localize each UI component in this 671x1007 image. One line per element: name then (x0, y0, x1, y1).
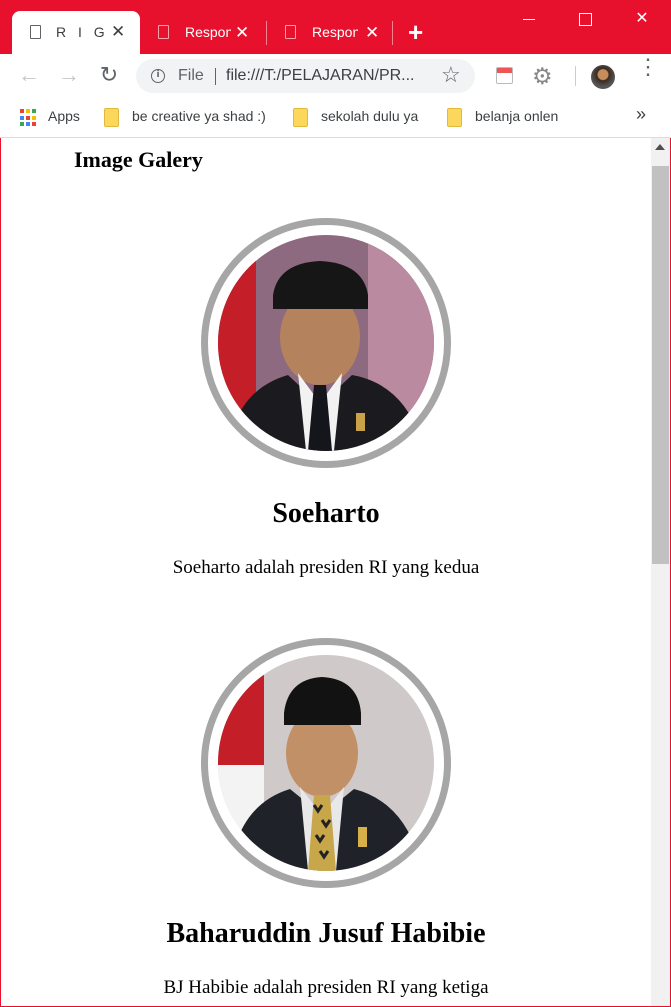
url-divider (215, 68, 216, 85)
tab-close-icon[interactable]: ✕ (111, 23, 125, 40)
tab-close-icon[interactable]: ✕ (365, 24, 379, 41)
tab-title: Respon (185, 24, 231, 40)
folder-icon (293, 108, 308, 127)
back-icon[interactable]: ← (17, 63, 41, 87)
reload-icon[interactable]: ↻ (97, 63, 121, 87)
person-name: Baharuddin Jusuf Habibie (166, 918, 486, 949)
gear-extension-icon[interactable]: ⚙ (532, 63, 553, 90)
title-bar: R I G ✕ Respon ✕ Respon ✕ + ✕ (0, 0, 671, 54)
url-text[interactable]: file:///T:/PELAJARAN/PR... (226, 67, 431, 85)
bookmark-star-icon[interactable]: ☆ (441, 62, 461, 88)
tab-divider (392, 21, 393, 45)
url-scheme-label: File (178, 67, 204, 84)
document-icon (158, 25, 169, 39)
profile-avatar[interactable] (591, 65, 615, 89)
browser-toolbar: ← → ↻ i File file:///T:/PELAJARAN/PR... … (0, 54, 671, 99)
scroll-thumb[interactable] (652, 166, 669, 564)
maximize-icon[interactable] (565, 6, 605, 32)
person-description: Soeharto adalah presiden RI yang kedua (172, 557, 480, 578)
portrait-image (218, 655, 434, 871)
bookmarks-more-icon[interactable]: » (636, 104, 646, 125)
new-tab-icon[interactable]: + (408, 19, 430, 45)
portrait-frame (201, 638, 451, 888)
tab-title: R I G (56, 24, 109, 40)
tab-active[interactable]: R I G ✕ (12, 11, 140, 54)
minimize-icon[interactable] (509, 6, 549, 32)
info-icon[interactable]: i (151, 69, 165, 83)
tab-close-icon[interactable]: ✕ (235, 24, 249, 41)
person-name: Soeharto (272, 498, 380, 529)
portrait-frame (201, 218, 451, 468)
page-title: Image Galery (74, 147, 203, 172)
gallery-card: Soeharto Soeharto adalah presiden RI yan… (1, 218, 651, 588)
person-description: BJ Habibie adalah presiden RI yang ketig… (163, 977, 489, 998)
tab-title: Respon (312, 24, 358, 40)
apps-icon[interactable] (20, 109, 38, 127)
portrait-image (218, 235, 434, 451)
calendar-extension-icon[interactable] (496, 67, 513, 84)
close-window-icon[interactable]: ✕ (622, 6, 662, 32)
scrollbar[interactable] (651, 138, 670, 1006)
bookmark-folder[interactable]: belanja onlen (475, 108, 558, 124)
forward-icon[interactable]: → (57, 63, 81, 87)
bookmark-folder[interactable]: be creative ya shad :) (132, 108, 266, 124)
document-icon (285, 25, 296, 39)
bookmark-folder[interactable]: sekolah dulu ya (321, 108, 418, 124)
folder-icon (447, 108, 462, 127)
gallery-card: Baharuddin Jusuf Habibie BJ Habibie adal… (1, 638, 651, 1006)
tab-inactive[interactable]: Respon ✕ (158, 18, 258, 48)
tab-divider (266, 21, 267, 45)
bookmark-apps[interactable]: Apps (48, 108, 80, 124)
page-viewport: Image Galery Soeharto Soeharto adalah pr… (1, 138, 651, 1006)
toolbar-divider (575, 66, 576, 86)
tab-inactive[interactable]: Respon ✕ (285, 18, 385, 48)
scroll-up-arrow-icon[interactable] (655, 144, 665, 150)
menu-icon[interactable]: ⋮ (637, 56, 659, 78)
folder-icon (104, 108, 119, 127)
address-bar[interactable]: i File file:///T:/PELAJARAN/PR... ☆ (136, 59, 475, 93)
document-icon (30, 25, 41, 39)
